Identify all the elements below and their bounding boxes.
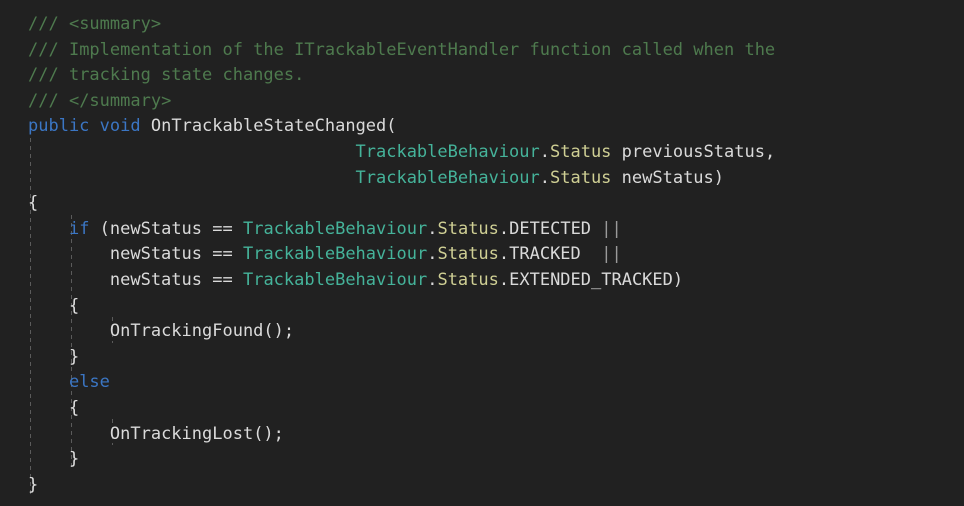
code-token: else <box>68 372 110 393</box>
code-token: { <box>28 193 39 214</box>
code-token: EXTENDED_TRACKED) <box>509 269 684 290</box>
code-token: == <box>212 269 233 290</box>
code-token: /// <box>28 14 69 34</box>
code-token: TRACKED <box>509 244 581 265</box>
code-token: . <box>427 269 438 290</box>
code-token: TrackableBehaviour <box>242 244 428 265</box>
code-token: == <box>212 218 233 239</box>
code-token: /// <box>28 90 69 111</box>
code-token: void <box>99 116 141 137</box>
code-token: newStatus <box>28 244 213 265</box>
line-method-close-brace[interactable]: } <box>0 473 964 499</box>
line-if-tracked[interactable]: newStatus == TrackableBehaviour.Status.T… <box>0 242 964 268</box>
code-token: . <box>427 218 438 239</box>
code-token: Status <box>550 141 612 162</box>
line-method-signature[interactable]: public void OnTrackableStateChanged( <box>0 114 964 140</box>
line-call-on-tracking-found[interactable]: OnTrackingFound(); <box>0 319 964 345</box>
line-if-detected[interactable]: if (newStatus == TrackableBehaviour.Stat… <box>0 217 964 243</box>
code-token: { <box>68 295 80 316</box>
code-token: . <box>498 269 510 290</box>
code-token: TrackableBehaviour <box>242 269 428 290</box>
code-token: /// <box>28 39 69 60</box>
line-param-new-status[interactable]: TrackableBehaviour.Status newStatus) <box>0 166 964 192</box>
line-method-open-brace[interactable]: { <box>0 191 964 217</box>
code-token: TrackableBehaviour <box>355 167 540 188</box>
line-summary-close[interactable]: /// </summary> <box>0 89 964 115</box>
code-token: Implementation of the ITrackableEventHan… <box>68 39 776 60</box>
code-token: if <box>68 218 90 239</box>
code-token: . <box>427 244 438 265</box>
code-token: || <box>601 244 622 265</box>
code-token: Status <box>437 269 499 290</box>
line-if-close-brace[interactable]: } <box>0 345 964 371</box>
code-token: TrackableBehaviour <box>243 218 428 239</box>
code-token: <summary> <box>68 14 162 34</box>
line-else-keyword[interactable]: else <box>0 370 964 396</box>
code-token: } <box>68 449 80 470</box>
code-token: OnTrackableStateChanged <box>150 116 387 137</box>
line-call-on-tracking-lost[interactable]: OnTrackingLost(); <box>0 422 964 448</box>
line-summary-text-1[interactable]: /// Implementation of the ITrackableEven… <box>0 38 964 64</box>
code-token: (newStatus <box>89 218 213 239</box>
code-token: OnTrackingLost <box>109 423 254 444</box>
code-token: (); <box>253 423 284 444</box>
code-token: ( <box>386 116 397 137</box>
code-token: . <box>539 141 550 162</box>
code-token: || <box>601 218 622 239</box>
code-token: newStatus) <box>611 167 725 188</box>
code-token: previousStatus, <box>611 141 776 162</box>
code-token: Status <box>437 218 499 239</box>
line-if-extended-tracked[interactable]: newStatus == TrackableBehaviour.Status.E… <box>0 268 964 294</box>
code-token: } <box>28 474 39 495</box>
line-param-previous-status[interactable]: TrackableBehaviour.Status previousStatus… <box>0 140 964 166</box>
code-token: tracking state changes. <box>68 65 305 86</box>
code-editor-viewport[interactable]: /// <summary>/// Implementation of the I… <box>0 0 964 506</box>
code-token: . <box>539 167 550 188</box>
code-token: } <box>68 346 80 367</box>
line-summary-text-2[interactable]: /// tracking state changes. <box>0 63 964 89</box>
code-token: DETECTED <box>509 218 592 239</box>
code-token: </summary> <box>68 90 172 111</box>
code-token: (); <box>263 321 295 342</box>
line-summary-open[interactable]: /// <summary> <box>0 12 964 38</box>
line-else-close-brace[interactable]: } <box>0 447 964 473</box>
code-token: public <box>28 116 90 137</box>
code-content[interactable]: /// <summary>/// Implementation of the I… <box>0 0 964 498</box>
line-if-open-brace[interactable]: { <box>0 294 964 320</box>
code-token: newStatus <box>28 269 213 290</box>
code-token: . <box>498 244 510 265</box>
code-token: . <box>498 218 510 239</box>
code-token: == <box>212 244 233 265</box>
code-token: Status <box>550 167 612 188</box>
code-token: /// <box>28 65 69 86</box>
code-token: Status <box>437 244 499 265</box>
line-else-open-brace[interactable]: { <box>0 396 964 422</box>
code-token: { <box>68 397 80 418</box>
code-token: OnTrackingFound <box>109 321 264 342</box>
code-token: TrackableBehaviour <box>355 141 540 162</box>
